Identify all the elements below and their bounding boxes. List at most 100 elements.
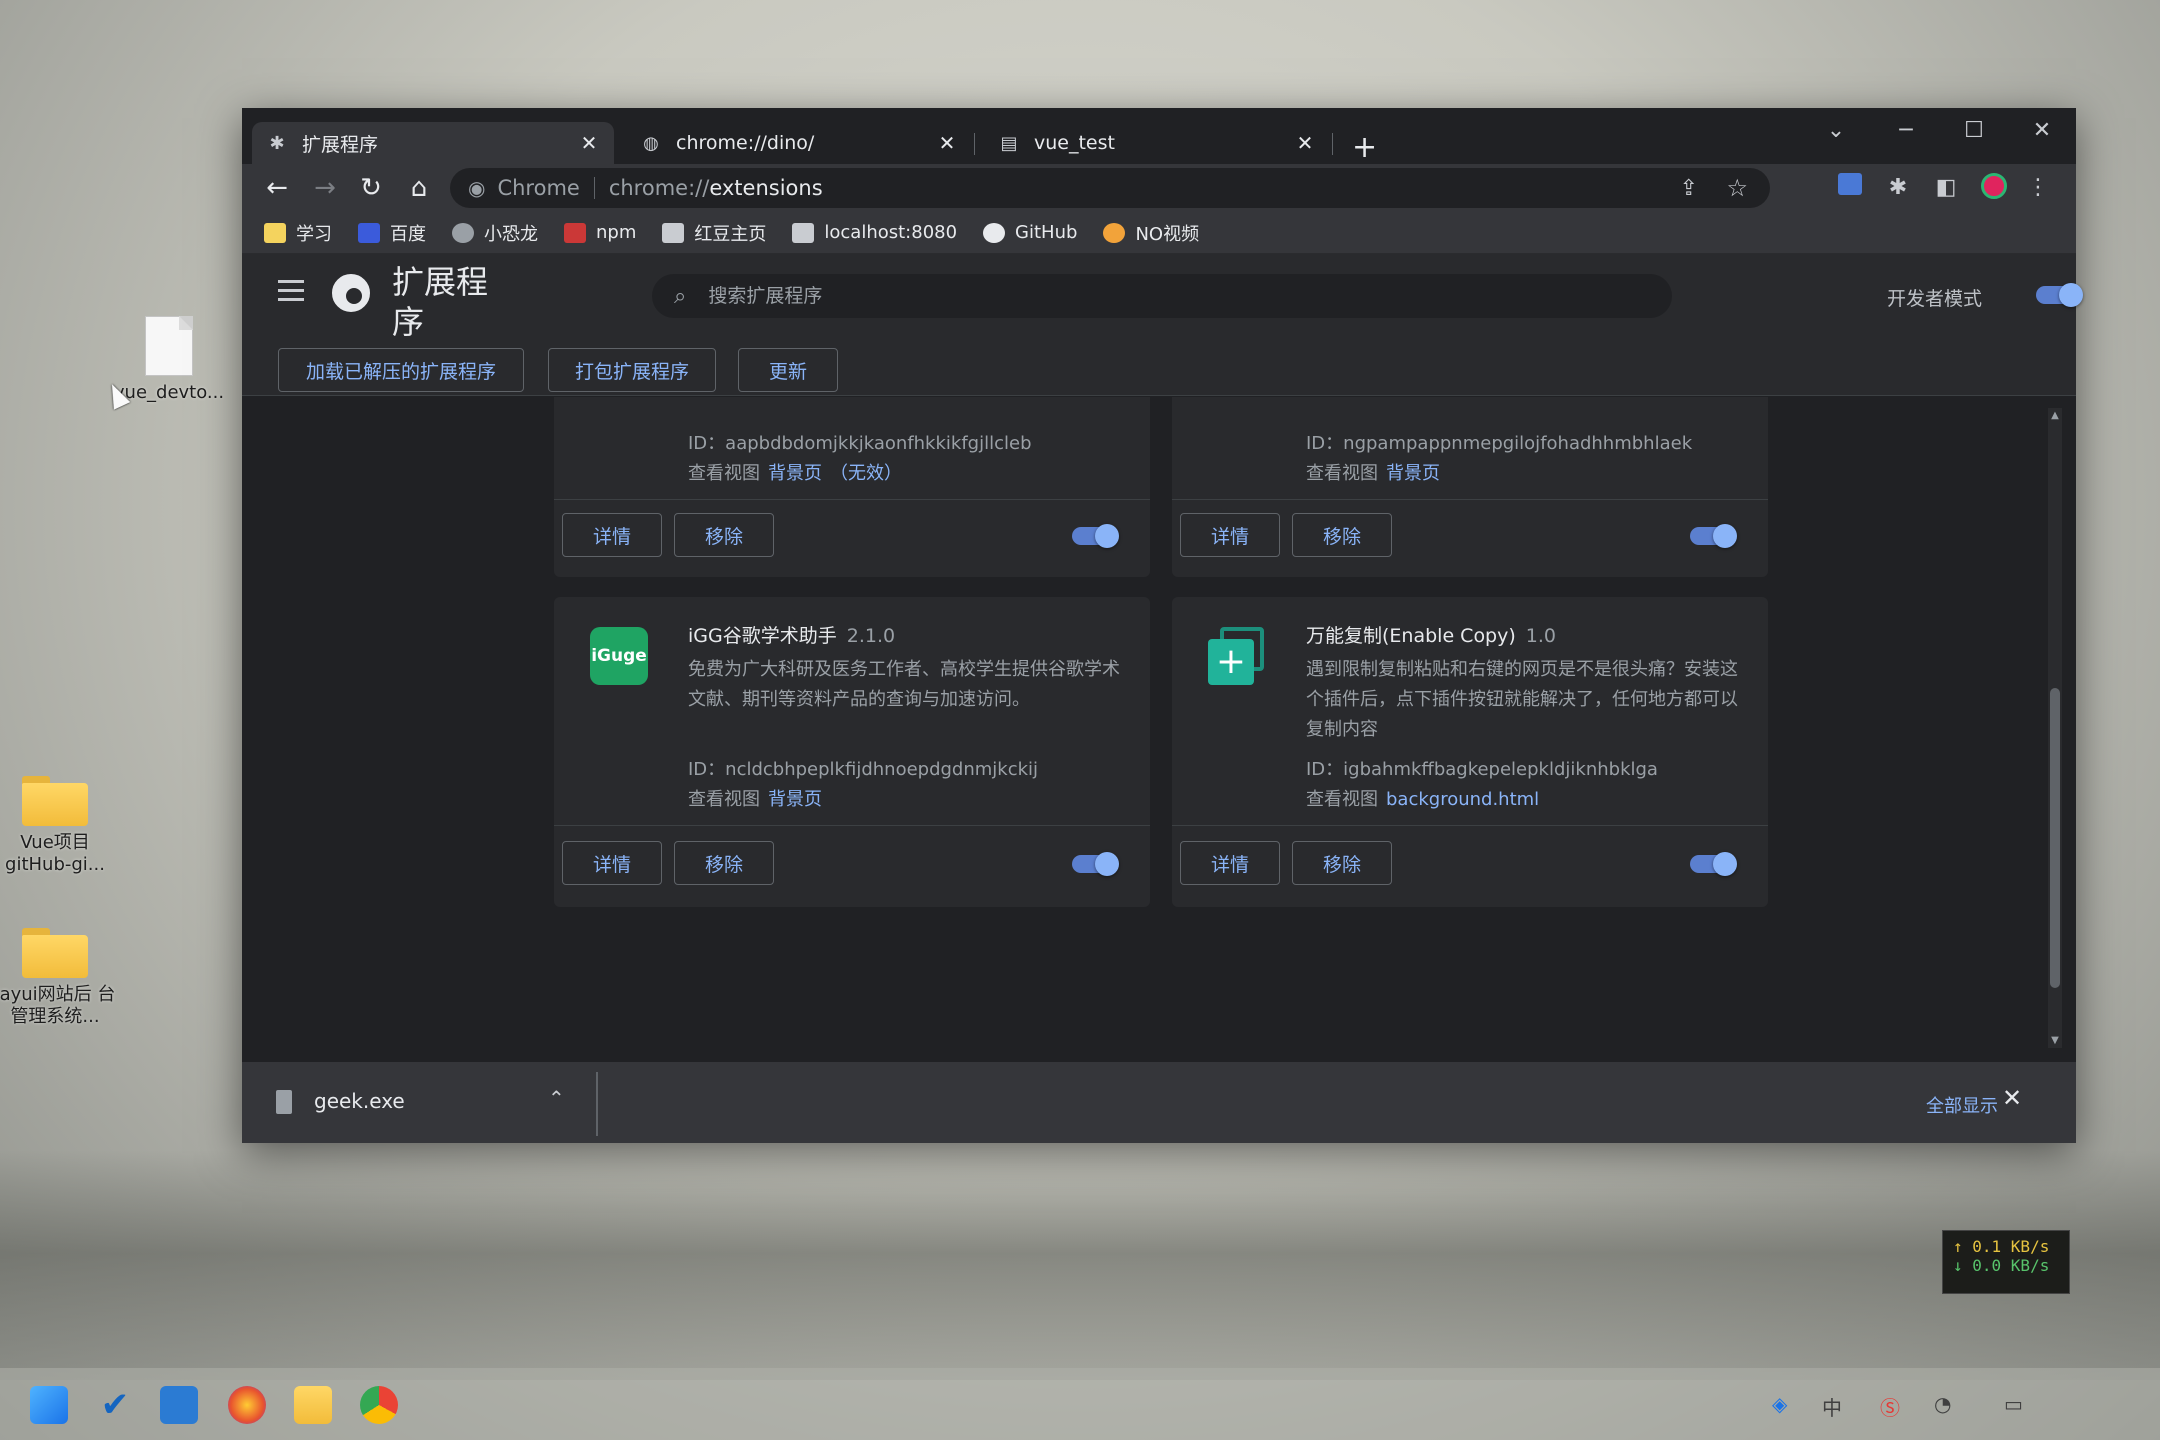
back-button[interactable]: ← xyxy=(260,172,294,204)
puzzle-icon: ✱ xyxy=(269,132,285,154)
bookmarks-bar: 学习 百度 小恐龙 npm 红豆主页 localhost:8080 GitHub… xyxy=(242,212,2076,254)
close-icon[interactable]: ✕ xyxy=(578,131,600,155)
update-button[interactable]: 更新 xyxy=(738,348,838,392)
view-link[interactable]: background.html xyxy=(1386,789,1539,810)
chrome-taskbar-icon[interactable] xyxy=(360,1386,398,1424)
extension-version: 1.0 xyxy=(1525,625,1556,647)
tab-dino[interactable]: ◍ chrome://dino/ ✕ xyxy=(626,122,972,164)
desktop-folder-vue-project[interactable]: Vue项目 gitHub-gi... xyxy=(0,776,120,876)
extension-id: ID：ngpampappnmepgilojfohadhhmbhlaek xyxy=(1306,433,1693,454)
extension-enable-toggle[interactable] xyxy=(1690,524,1737,548)
extension-enable-toggle[interactable] xyxy=(1072,524,1119,548)
extensions-puzzle-icon[interactable]: ✱ xyxy=(1882,173,1914,203)
remove-button[interactable]: 移除 xyxy=(674,513,774,557)
vscode-icon[interactable] xyxy=(160,1386,198,1424)
download-speed: ↓ 0.0 KB/s xyxy=(1953,1256,2050,1275)
extension-card: ID：aapbdbdomjkkjkaonfhkkikfgjllcleb 查看视图… xyxy=(554,397,1150,577)
details-button[interactable]: 详情 xyxy=(1180,513,1280,557)
show-all-downloads-link[interactable]: 全部显示 xyxy=(1926,1092,1998,1118)
page-title: 扩展程序 xyxy=(392,263,489,341)
search-input[interactable] xyxy=(708,285,1609,307)
remove-button[interactable]: 移除 xyxy=(1292,841,1392,885)
menu-hamburger-icon[interactable] xyxy=(278,280,304,302)
details-button[interactable]: 详情 xyxy=(1180,841,1280,885)
window-close-button[interactable]: ✕ xyxy=(2022,118,2062,143)
view-link[interactable]: 背景页 xyxy=(1386,463,1440,484)
chrome-logo-icon xyxy=(332,274,370,312)
dev-mode-toggle[interactable] xyxy=(2036,283,2083,307)
globe-icon xyxy=(452,222,474,243)
view-link[interactable]: 背景页 xyxy=(768,463,822,484)
tab-vue-test[interactable]: ▤ vue_test ✕ xyxy=(984,122,1330,164)
view-extra: （无效） xyxy=(830,463,902,484)
close-icon[interactable]: ✕ xyxy=(1294,131,1316,155)
tab-strip: ✱ 扩展程序 ✕ ◍ chrome://dino/ ✕ ▤ vue_test ✕… xyxy=(242,108,2076,165)
bookmark-localhost[interactable]: localhost:8080 xyxy=(792,222,957,243)
bookmark-label: 学习 xyxy=(296,223,332,245)
firefox-icon[interactable] xyxy=(228,1386,266,1424)
maximize-button[interactable]: ☐ xyxy=(1954,118,1994,143)
home-button[interactable]: ⌂ xyxy=(402,172,436,204)
bookmark-github[interactable]: GitHub xyxy=(983,222,1077,243)
url-path: extensions xyxy=(709,176,823,200)
bookmark-study[interactable]: 学习 xyxy=(264,220,332,246)
extensions-header: 扩展程序 ⌕ 开发者模式 xyxy=(242,254,2083,341)
taskbar: ✔ ◈ 中 Ⓢ ◔ ▭ xyxy=(0,1368,2160,1440)
address-bar[interactable]: ◉ Chrome chrome://extensions ⇪ ☆ xyxy=(450,168,1770,208)
profile-avatar[interactable] xyxy=(1978,173,2010,203)
bookmark-baidu[interactable]: 百度 xyxy=(358,220,426,246)
close-icon[interactable]: ✕ xyxy=(936,131,958,155)
extension-views: 查看视图 background.html xyxy=(1306,789,1540,810)
scroll-down-arrow-icon[interactable]: ▼ xyxy=(2048,1035,2062,1046)
scroll-thumb[interactable] xyxy=(2050,688,2060,988)
page-icon xyxy=(662,222,685,243)
tab-search-chevron-icon[interactable]: ⌄ xyxy=(1816,118,1856,143)
extension-card-enable-copy: + 万能复制(Enable Copy) 1.0 遇到限制复制粘贴和右键的网页是不是… xyxy=(1172,597,1768,907)
bookmark-dino[interactable]: 小恐龙 xyxy=(452,220,538,246)
share-icon[interactable]: ⇪ xyxy=(1680,176,1698,201)
bookmark-hongdou[interactable]: 红豆主页 xyxy=(662,220,766,246)
input-method-icon[interactable]: 中 xyxy=(1822,1392,1842,1421)
chevron-up-icon[interactable]: ⌃ xyxy=(548,1086,565,1110)
extension-enable-toggle[interactable] xyxy=(1690,852,1737,876)
bookmark-npm[interactable]: npm xyxy=(564,222,636,243)
download-shelf: geek.exe ⌃ 全部显示 ✕ xyxy=(242,1061,2076,1143)
search-box[interactable]: ⌕ xyxy=(652,274,1672,318)
extension-enable-toggle[interactable] xyxy=(1072,852,1119,876)
bookmark-label: npm xyxy=(596,222,637,243)
forward-button[interactable]: → xyxy=(308,172,342,204)
battery-icon[interactable]: ▭ xyxy=(2004,1392,2023,1416)
extension-views: 查看视图 背景页 （无效） xyxy=(688,463,902,484)
new-tab-button[interactable]: + xyxy=(1352,130,1377,165)
bookmark-star-icon[interactable]: ☆ xyxy=(1726,174,1748,202)
scroll-up-arrow-icon[interactable]: ▲ xyxy=(2048,410,2062,421)
menu-kebab-icon[interactable]: ⋮ xyxy=(2022,173,2054,203)
view-link[interactable]: 背景页 xyxy=(768,789,822,810)
extension-name: iGG谷歌学术助手 2.1.0 xyxy=(688,625,896,647)
file-explorer-icon[interactable] xyxy=(294,1386,332,1424)
pack-extension-button[interactable]: 打包扩展程序 xyxy=(548,348,716,392)
start-menu-icon[interactable] xyxy=(30,1386,68,1424)
details-button[interactable]: 详情 xyxy=(562,513,662,557)
remove-button[interactable]: 移除 xyxy=(674,841,774,885)
side-panel-icon[interactable]: ◧ xyxy=(1930,173,1962,203)
todo-app-icon[interactable]: ✔ xyxy=(96,1386,134,1424)
extension-card-igg: iGuge iGG谷歌学术助手 2.1.0 免费为广大科研及医务工作者、高校学生提… xyxy=(554,597,1150,907)
tray-app-icon[interactable]: ◈ xyxy=(1772,1392,1787,1416)
sogou-ime-icon[interactable]: Ⓢ xyxy=(1880,1392,1900,1421)
minimize-button[interactable]: ─ xyxy=(1886,118,1926,143)
download-filename[interactable]: geek.exe xyxy=(314,1089,405,1113)
close-download-shelf-button[interactable]: ✕ xyxy=(2002,1084,2022,1112)
network-icon[interactable]: ◔ xyxy=(1934,1392,1951,1416)
tab-extensions[interactable]: ✱ 扩展程序 ✕ xyxy=(252,122,614,164)
bookmark-novideo[interactable]: NO视频 xyxy=(1103,220,1199,246)
reload-button[interactable]: ↻ xyxy=(354,172,388,204)
load-unpacked-button[interactable]: 加载已解压的扩展程序 xyxy=(278,348,524,392)
chrome-site-icon: ◉ xyxy=(468,176,486,200)
desktop-folder-layui[interactable]: layui网站后 台管理系统... xyxy=(0,928,120,1028)
chrome-window: ✱ 扩展程序 ✕ ◍ chrome://dino/ ✕ ▤ vue_test ✕… xyxy=(242,108,2083,1143)
page-scrollbar[interactable]: ▲ ▼ xyxy=(2048,408,2062,1048)
translate-extension-icon[interactable] xyxy=(1834,173,1866,203)
remove-button[interactable]: 移除 xyxy=(1292,513,1392,557)
details-button[interactable]: 详情 xyxy=(562,841,662,885)
